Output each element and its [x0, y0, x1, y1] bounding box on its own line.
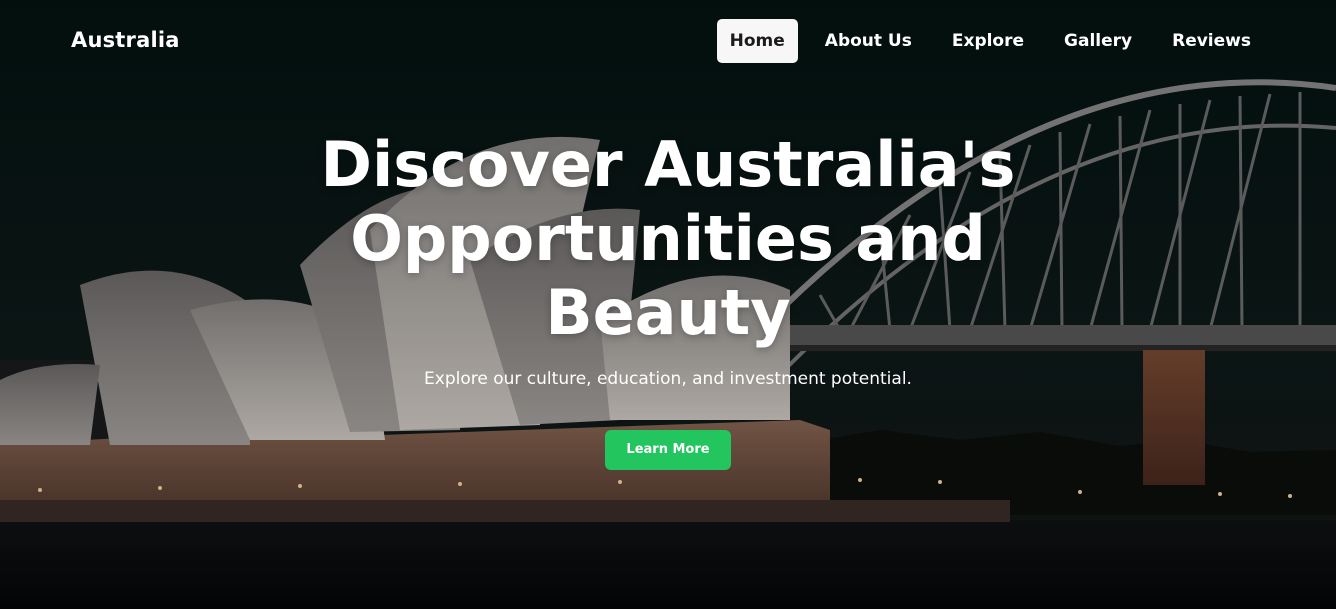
- hero-section: Australia Home About Us Explore Gallery …: [0, 0, 1336, 609]
- nav-link-reviews[interactable]: Reviews: [1159, 19, 1264, 63]
- nav-link-home[interactable]: Home: [716, 19, 798, 63]
- hero-content: Discover Australia's Opportunities and B…: [0, 128, 1336, 470]
- hero-title: Discover Australia's Opportunities and B…: [320, 128, 1016, 349]
- nav-links: Home About Us Explore Gallery Reviews: [716, 19, 1264, 63]
- brand-logo[interactable]: Australia: [71, 28, 180, 52]
- nav-link-gallery[interactable]: Gallery: [1051, 19, 1145, 63]
- nav-link-about-us[interactable]: About Us: [812, 19, 925, 63]
- top-navbar: Australia Home About Us Explore Gallery …: [0, 0, 1336, 84]
- hero-subtitle: Explore our culture, education, and inve…: [424, 369, 912, 389]
- learn-more-button[interactable]: Learn More: [605, 430, 731, 470]
- nav-link-explore[interactable]: Explore: [939, 19, 1037, 63]
